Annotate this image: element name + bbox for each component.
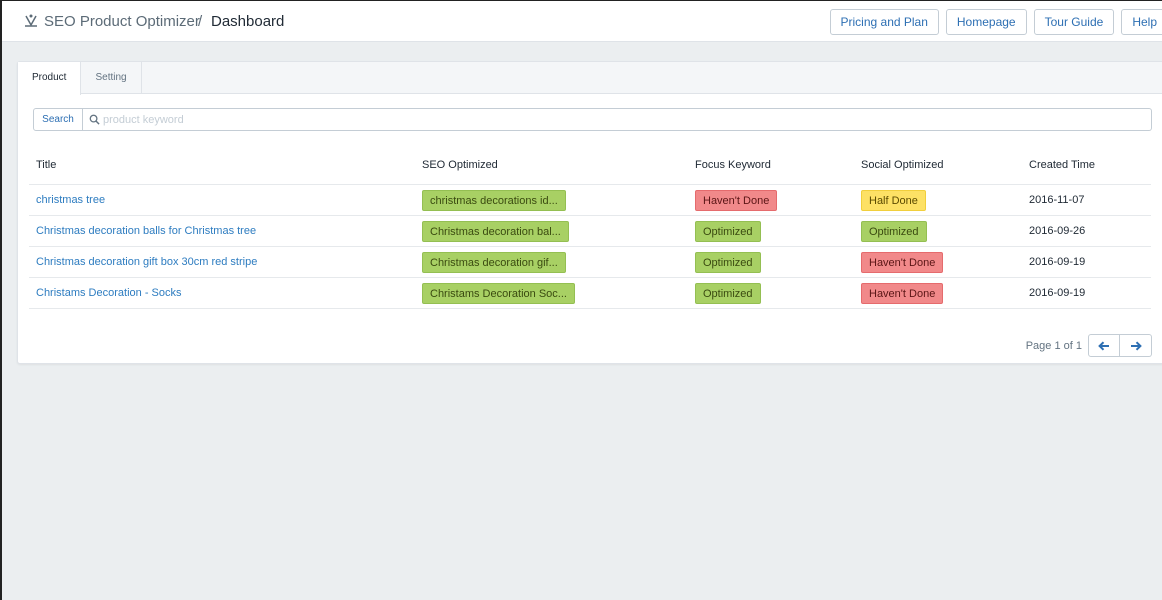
seo-optimized-badge[interactable]: Christmas decoration gif...	[422, 251, 566, 273]
next-page-button[interactable]	[1120, 334, 1152, 357]
social-optimized-badge[interactable]: Optimized	[861, 220, 927, 242]
pagination: Page 1 of 1	[1026, 334, 1152, 357]
homepage-button[interactable]: Homepage	[945, 9, 1027, 35]
focus-keyword-badge[interactable]: Optimized	[695, 251, 761, 273]
table-row: Christams Decoration - Socks Christams D…	[29, 278, 1151, 309]
product-card: Product Setting Search Title SEO Optimiz…	[17, 61, 1162, 364]
social-optimized-badge[interactable]: Haven't Done	[861, 251, 944, 273]
seo-optimized-badge[interactable]: christmas decorations id...	[422, 189, 566, 211]
table-header-row: Title SEO Optimized Focus Keyword Social…	[29, 146, 1151, 185]
tab-product[interactable]: Product	[18, 62, 82, 95]
product-title-link[interactable]: Christams Decoration - Socks	[36, 287, 182, 299]
help-button[interactable]: Help	[1121, 9, 1162, 35]
table-row: christmas tree christmas decorations id.…	[29, 185, 1151, 216]
product-title-link[interactable]: Christmas decoration balls for Christmas…	[36, 225, 256, 237]
page-indicator: Page 1 of 1	[1025, 339, 1082, 352]
breadcrumb-separator: /	[198, 13, 203, 30]
search-field[interactable]	[83, 108, 1152, 131]
seo-optimized-badge[interactable]: Christmas decoration bal...	[422, 220, 569, 242]
tab-setting[interactable]: Setting	[81, 62, 142, 94]
social-optimized-badge[interactable]: Half Done	[861, 189, 926, 211]
table-row: Christmas decoration balls for Christmas…	[29, 216, 1151, 247]
search-input[interactable]	[103, 109, 1065, 130]
created-date: 2016-09-26	[1029, 225, 1086, 237]
created-date: 2016-09-19	[1029, 287, 1086, 299]
column-header-title: Title	[36, 159, 57, 171]
header-actions: Pricing and Plan Homepage Tour Guide Hel…	[829, 9, 1162, 35]
social-optimized-badge[interactable]: Haven't Done	[861, 282, 944, 304]
focus-keyword-badge[interactable]: Haven't Done	[695, 189, 778, 211]
product-title-link[interactable]: christmas tree	[36, 194, 105, 206]
previous-page-button[interactable]	[1088, 334, 1120, 357]
seo-optimized-badge[interactable]: Christams Decoration Soc...	[422, 282, 575, 304]
product-title-link[interactable]: Christmas decoration gift box 30cm red s…	[36, 256, 257, 268]
column-header-social-optimized: Social Optimized	[861, 159, 944, 171]
focus-keyword-badge[interactable]: Optimized	[695, 220, 761, 242]
arrow-left-icon	[1098, 340, 1109, 351]
pricing-and-plan-button[interactable]: Pricing and Plan	[829, 9, 939, 35]
app-logo-icon	[25, 14, 37, 27]
created-date: 2016-09-19	[1029, 256, 1086, 268]
column-header-created-time: Created Time	[1029, 159, 1096, 171]
search-bar: Search	[33, 108, 1152, 131]
product-table: Title SEO Optimized Focus Keyword Social…	[29, 146, 1151, 309]
search-icon	[89, 114, 100, 125]
tour-guide-button[interactable]: Tour Guide	[1033, 9, 1115, 35]
focus-keyword-badge[interactable]: Optimized	[695, 282, 761, 304]
app-title[interactable]: SEO Product Optimizer	[44, 13, 200, 30]
search-button[interactable]: Search	[33, 108, 83, 131]
column-header-focus-keyword: Focus Keyword	[695, 159, 771, 171]
column-header-seo-optimized: SEO Optimized	[422, 159, 498, 171]
table-row: Christmas decoration gift box 30cm red s…	[29, 247, 1151, 278]
top-bar: SEO Product Optimizer / Dashboard Pricin…	[2, 1, 1162, 42]
arrow-right-icon	[1130, 340, 1142, 351]
created-date: 2016-11-07	[1029, 194, 1085, 206]
tab-bar: Product Setting	[18, 62, 1162, 95]
page-title: Dashboard	[211, 13, 285, 30]
